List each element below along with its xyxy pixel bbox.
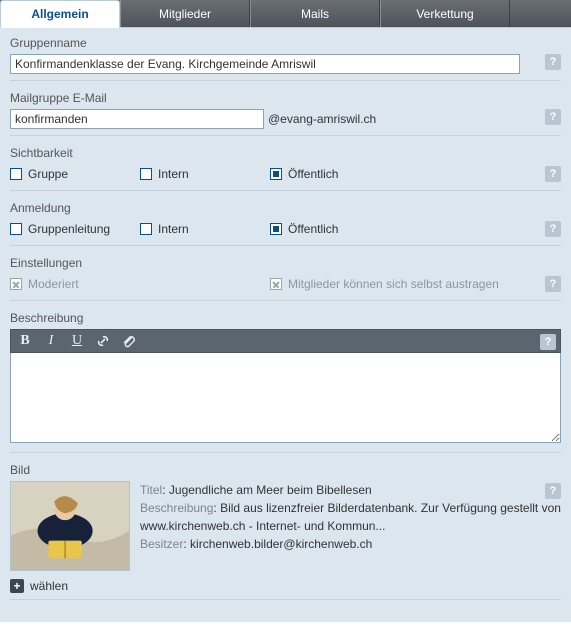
group-name-input[interactable] (10, 54, 520, 74)
registration-intern-checkbox[interactable] (140, 223, 152, 235)
image-meta: Titel: Jugendliche am Meer beim Bibelles… (140, 481, 561, 571)
tab-mails[interactable]: Mails (250, 0, 380, 27)
section-settings: Einstellungen Moderiert Mitglieder könne… (10, 256, 561, 301)
settings-moderated-checkbox (10, 278, 22, 290)
visibility-label: Sichtbarkeit (10, 146, 561, 160)
visibility-intern-checkbox[interactable] (140, 168, 152, 180)
registration-leadership-checkbox[interactable] (10, 223, 22, 235)
image-owner-val: kirchenweb.bilder@kirchenweb.ch (190, 537, 372, 551)
tab-chain[interactable]: Verkettung (380, 0, 510, 27)
group-name-label: Gruppenname (10, 36, 561, 50)
registration-label: Anmeldung (10, 201, 561, 215)
registration-leadership-label[interactable]: Gruppenleitung (28, 222, 110, 236)
section-group-name: Gruppenname ? (10, 36, 561, 81)
image-thumbnail[interactable] (10, 481, 130, 571)
help-icon[interactable]: ? (545, 166, 561, 182)
section-description: Beschreibung B I U ? (10, 311, 561, 453)
image-title-key: Titel (140, 483, 162, 497)
settings-selfremove-checkbox (270, 278, 282, 290)
mail-group-label: Mailgruppe E-Mail (10, 91, 561, 105)
rte-link-button[interactable] (95, 333, 111, 349)
registration-public-label[interactable]: Öffentlich (288, 222, 338, 236)
mail-group-input[interactable] (10, 109, 264, 129)
help-icon[interactable]: ? (545, 276, 561, 292)
choose-image-label: wählen (30, 579, 68, 593)
settings-label: Einstellungen (10, 256, 561, 270)
plus-icon: + (10, 579, 24, 593)
visibility-public-checkbox[interactable] (270, 168, 282, 180)
visibility-group-label[interactable]: Gruppe (28, 167, 68, 181)
visibility-public-label[interactable]: Öffentlich (288, 167, 338, 181)
rte-bold-button[interactable]: B (17, 333, 33, 349)
settings-selfremove-label: Mitglieder können sich selbst austragen (288, 277, 499, 291)
section-image: Bild Titel: Jugendliche am Meer beim Bib… (10, 463, 561, 600)
rte-italic-button[interactable]: I (43, 333, 59, 349)
help-icon[interactable]: ? (545, 54, 561, 70)
settings-moderated-label: Moderiert (28, 277, 79, 291)
section-visibility: Sichtbarkeit Gruppe Intern Öffentlich ? (10, 146, 561, 191)
section-mail-group: Mailgruppe E-Mail @evang-amriswil.ch ? (10, 91, 561, 136)
help-icon[interactable]: ? (545, 221, 561, 237)
mail-group-suffix: @evang-amriswil.ch (268, 112, 376, 126)
image-title-val: Jugendliche am Meer beim Bibellesen (169, 483, 372, 497)
visibility-intern-label[interactable]: Intern (158, 167, 189, 181)
tab-general[interactable]: Allgemein (0, 0, 120, 28)
registration-public-checkbox[interactable] (270, 223, 282, 235)
visibility-group-checkbox[interactable] (10, 168, 22, 180)
panel-general: Gruppenname ? Mailgruppe E-Mail @evang-a… (0, 28, 571, 622)
description-label: Beschreibung (10, 311, 561, 325)
section-registration: Anmeldung Gruppenleitung Intern Öffentli… (10, 201, 561, 246)
tab-members[interactable]: Mitglieder (120, 0, 250, 27)
help-icon[interactable]: ? (540, 334, 556, 350)
rte-underline-button[interactable]: U (69, 333, 85, 349)
image-label: Bild (10, 463, 561, 477)
registration-intern-label[interactable]: Intern (158, 222, 189, 236)
rte-attachment-button[interactable] (121, 333, 137, 349)
tab-bar: Allgemein Mitglieder Mails Verkettung (0, 0, 571, 28)
description-textarea[interactable] (10, 353, 561, 443)
image-desc-key: Beschreibung (140, 501, 213, 515)
help-icon[interactable]: ? (545, 109, 561, 125)
choose-image-button[interactable]: + wählen (10, 579, 68, 593)
image-owner-key: Besitzer (140, 537, 183, 551)
rte-toolbar: B I U ? (10, 329, 561, 353)
help-icon[interactable]: ? (545, 483, 561, 499)
